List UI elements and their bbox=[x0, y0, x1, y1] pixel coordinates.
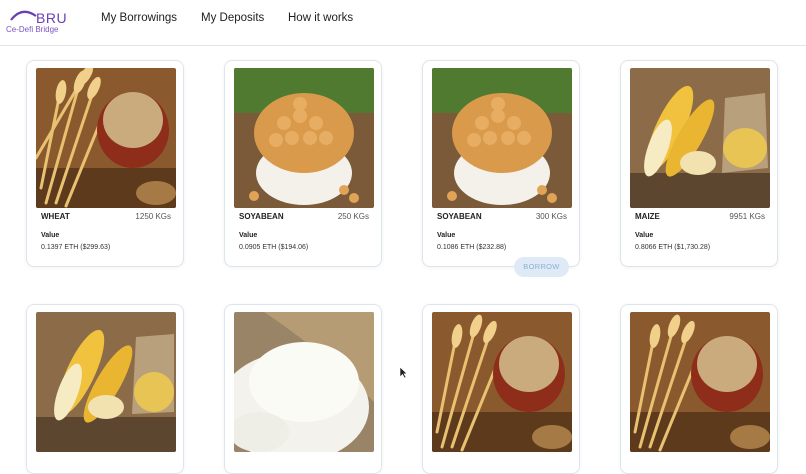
card-value: 0.0905 ETH ($194.06) bbox=[239, 244, 309, 251]
commodity-card-soyabean[interactable]: SOYABEAN 300 KGs Value 0.1086 ETH ($232.… bbox=[422, 60, 580, 267]
commodity-card-maize[interactable] bbox=[26, 304, 184, 474]
card-name: SOYABEAN bbox=[437, 212, 482, 221]
commodity-card-rice[interactable] bbox=[224, 304, 382, 474]
card-value-label: Value bbox=[437, 232, 456, 239]
top-navigation-bar: BRU Ce-Defi Bridge My Borrowings My Depo… bbox=[0, 0, 806, 46]
card-value: 0.8066 ETH ($1,730.28) bbox=[635, 244, 711, 251]
brand-subtitle: Ce-Defi Bridge bbox=[6, 25, 59, 34]
commodity-card-wheat[interactable] bbox=[620, 304, 778, 474]
card-name: WHEAT bbox=[41, 212, 70, 221]
maize-image bbox=[36, 312, 176, 452]
commodity-card-wheat[interactable]: WHEAT 1250 KGs Value 0.1397 ETH ($299.63… bbox=[26, 60, 184, 267]
card-value-label: Value bbox=[635, 232, 654, 239]
card-value: 0.1086 ETH ($232.88) bbox=[437, 244, 507, 251]
card-value-label: Value bbox=[239, 232, 258, 239]
card-value: 0.1397 ETH ($299.63) bbox=[41, 244, 111, 251]
card-name: SOYABEAN bbox=[239, 212, 284, 221]
commodity-card-maize[interactable]: MAIZE 9951 KGs Value 0.8066 ETH ($1,730.… bbox=[620, 60, 778, 267]
soyabean-image bbox=[234, 68, 374, 208]
brand-title: BRU bbox=[36, 10, 68, 26]
wheat-image bbox=[432, 312, 572, 452]
brand-logo[interactable]: BRU Ce-Defi Bridge bbox=[6, 8, 68, 36]
commodity-card-wheat[interactable] bbox=[422, 304, 580, 474]
wheat-image bbox=[630, 312, 770, 452]
borrow-button[interactable]: BORROW bbox=[514, 257, 569, 277]
card-quantity: 300 KGs bbox=[535, 212, 567, 221]
card-quantity: 1250 KGs bbox=[135, 212, 171, 221]
card-name: MAIZE bbox=[635, 212, 660, 221]
nav-my-borrowings[interactable]: My Borrowings bbox=[101, 12, 177, 24]
soyabean-image bbox=[432, 68, 572, 208]
mouse-cursor-icon bbox=[399, 366, 408, 379]
rice-image bbox=[234, 312, 374, 452]
card-value-label: Value bbox=[41, 232, 60, 239]
nav-my-deposits[interactable]: My Deposits bbox=[201, 12, 264, 24]
card-quantity: 9951 KGs bbox=[729, 212, 765, 221]
card-quantity: 250 KGs bbox=[337, 212, 369, 221]
wheat-image bbox=[36, 68, 176, 208]
nav-how-it-works[interactable]: How it works bbox=[288, 12, 353, 24]
maize-image bbox=[630, 68, 770, 208]
commodity-card-soyabean[interactable]: SOYABEAN 250 KGs Value 0.0905 ETH ($194.… bbox=[224, 60, 382, 267]
